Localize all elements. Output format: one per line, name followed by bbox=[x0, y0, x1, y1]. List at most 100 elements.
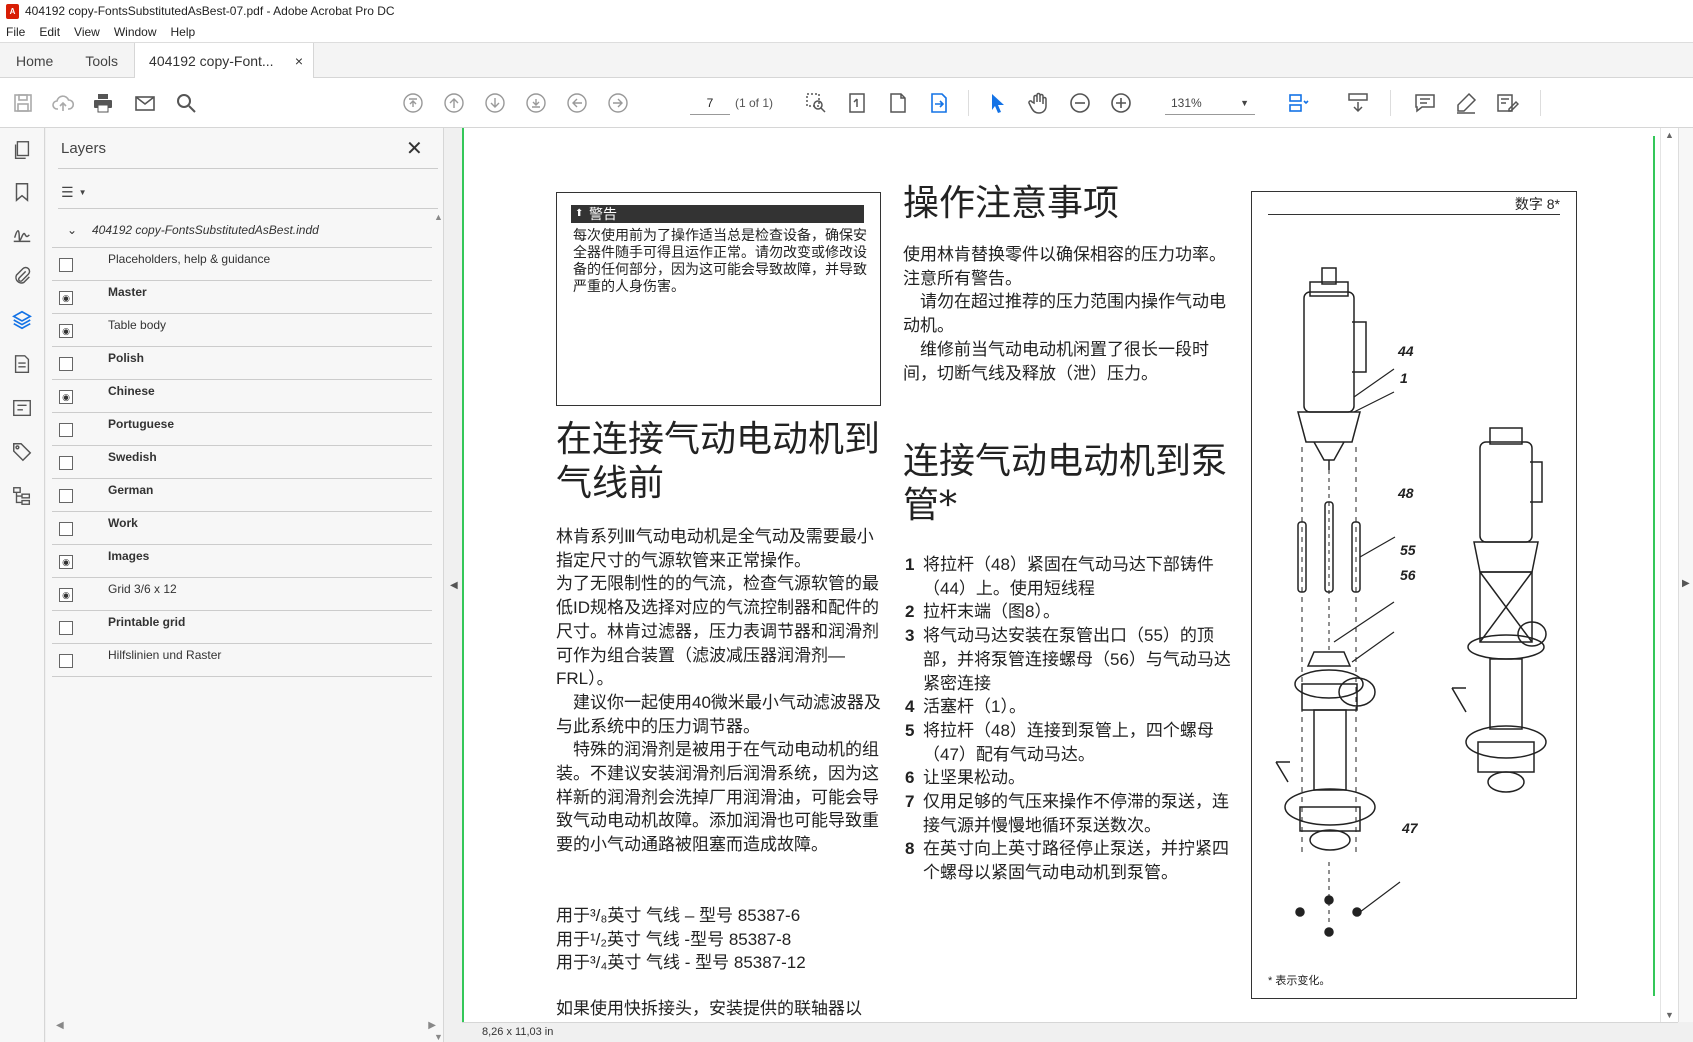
right-pane-toggle[interactable]: ▶ bbox=[1678, 128, 1693, 1022]
marquee-zoom-icon[interactable] bbox=[803, 90, 829, 116]
attachments-icon[interactable] bbox=[10, 264, 34, 288]
page-number-input[interactable]: 7 bbox=[690, 91, 730, 115]
scroll-right-icon[interactable]: ▶ bbox=[428, 1020, 436, 1031]
previous-page-icon[interactable] bbox=[441, 90, 467, 116]
search-icon[interactable] bbox=[173, 90, 199, 116]
scroll-up-icon[interactable]: ▲ bbox=[1665, 130, 1674, 140]
layer-row[interactable]: Printable grid bbox=[52, 611, 432, 644]
menu-window[interactable]: Window bbox=[114, 25, 157, 39]
layers-icon[interactable] bbox=[10, 308, 34, 332]
tags-icon[interactable] bbox=[10, 440, 34, 464]
layers-scrollbar[interactable]: ▲ ▼ bbox=[434, 212, 444, 1042]
hand-tool-icon[interactable] bbox=[1026, 90, 1052, 116]
menu-help[interactable]: Help bbox=[171, 25, 196, 39]
paragraph: 请勿在超过推荐的压力范围内操作气动电动机。 bbox=[903, 292, 1226, 336]
step-item: 7 仅用足够的气压来操作不停滞的泵送，连接气源并慢慢地循环泵送数次。 bbox=[905, 790, 1235, 837]
print-icon[interactable] bbox=[90, 90, 116, 116]
layer-visibility-checkbox[interactable] bbox=[59, 489, 73, 503]
layer-visibility-checkbox[interactable] bbox=[59, 621, 73, 635]
zoom-out-icon[interactable] bbox=[1067, 90, 1093, 116]
tab-home[interactable]: Home bbox=[0, 43, 69, 79]
layer-row[interactable]: Work bbox=[52, 512, 432, 545]
menu-view[interactable]: View bbox=[74, 25, 100, 39]
layer-row[interactable]: Hilfslinien und Raster bbox=[52, 644, 432, 677]
menu-edit[interactable]: Edit bbox=[39, 25, 60, 39]
scroll-down-icon[interactable]: ▼ bbox=[1665, 1010, 1674, 1020]
page-layout-icon[interactable] bbox=[1285, 90, 1311, 116]
layer-visibility-checkbox[interactable] bbox=[59, 456, 73, 470]
content-icon[interactable] bbox=[10, 352, 34, 376]
fit-page-icon[interactable] bbox=[926, 90, 952, 116]
chevron-down-icon[interactable]: ⌄ bbox=[52, 223, 92, 237]
layer-visibility-checkbox[interactable]: ◉ bbox=[59, 324, 73, 338]
page-thumbnail-icon[interactable] bbox=[844, 90, 870, 116]
layer-visibility-checkbox[interactable]: ◉ bbox=[59, 390, 73, 404]
layer-visibility-checkbox[interactable]: ◉ bbox=[59, 291, 73, 305]
scroll-mode-icon[interactable] bbox=[1345, 90, 1371, 116]
signatures-icon[interactable] bbox=[10, 222, 34, 246]
layer-row[interactable]: ◉ Chinese bbox=[52, 380, 432, 413]
layer-visibility-checkbox[interactable]: ◉ bbox=[59, 588, 73, 602]
page-thumbnails-icon[interactable] bbox=[10, 138, 34, 162]
previous-view-icon[interactable] bbox=[564, 90, 590, 116]
last-page-icon[interactable] bbox=[523, 90, 549, 116]
tab-tools[interactable]: Tools bbox=[69, 43, 134, 79]
paragraph: 维修前当气动电动机闲置了很长一段时间，切断气线及释放（泄）压力。 bbox=[903, 339, 1209, 383]
bookmarks-icon[interactable] bbox=[10, 180, 34, 204]
single-page-icon[interactable] bbox=[885, 90, 911, 116]
order-icon[interactable] bbox=[10, 396, 34, 420]
menu-file[interactable]: File bbox=[6, 25, 25, 39]
main-toolbar: 7 (1 of 1) 131% ▼ bbox=[0, 78, 1693, 128]
comment-icon[interactable] bbox=[1412, 90, 1438, 116]
layer-row[interactable]: ◉ Table body bbox=[52, 314, 432, 347]
layer-row[interactable]: German bbox=[52, 479, 432, 512]
fill-sign-icon[interactable] bbox=[1494, 90, 1520, 116]
model-tree-icon[interactable] bbox=[10, 484, 34, 508]
page-edge-guide bbox=[1653, 136, 1655, 996]
tab-document-label: 404192 copy-Font... bbox=[149, 53, 274, 69]
save-icon[interactable] bbox=[10, 90, 36, 116]
first-page-icon[interactable] bbox=[400, 90, 426, 116]
layer-visibility-checkbox[interactable]: ◉ bbox=[59, 555, 73, 569]
collapse-panel-icon[interactable]: ◀ bbox=[450, 580, 458, 591]
next-page-icon[interactable] bbox=[482, 90, 508, 116]
scroll-down-icon[interactable]: ▼ bbox=[434, 1032, 443, 1042]
layer-visibility-checkbox[interactable] bbox=[59, 423, 73, 437]
layer-visibility-checkbox[interactable] bbox=[59, 522, 73, 536]
figure-label-48: 48 bbox=[1398, 485, 1414, 501]
email-icon[interactable] bbox=[132, 90, 158, 116]
close-icon[interactable]: ✕ bbox=[406, 136, 423, 161]
next-view-icon[interactable] bbox=[605, 90, 631, 116]
document-scrollbar[interactable]: ▲ ▼ bbox=[1660, 128, 1678, 1022]
layer-row[interactable]: Polish bbox=[52, 347, 432, 380]
layer-row[interactable]: Placeholders, help & guidance bbox=[52, 248, 432, 281]
layer-row[interactable]: ◉ Master bbox=[52, 281, 432, 314]
layer-visibility-checkbox[interactable] bbox=[59, 654, 73, 668]
layers-panel: Layers ✕ ☰ ▼ ⌄ 404192 copy-FontsSubstitu… bbox=[46, 128, 444, 1042]
layer-row[interactable]: ◉ Images bbox=[52, 545, 432, 578]
layer-row[interactable]: Portuguese bbox=[52, 413, 432, 446]
highlight-pen-icon[interactable] bbox=[1453, 90, 1479, 116]
tab-close-icon[interactable]: × bbox=[295, 53, 303, 69]
tab-document[interactable]: 404192 copy-Font... × bbox=[134, 43, 315, 79]
eye-icon: ◉ bbox=[62, 589, 70, 600]
upload-cloud-icon[interactable] bbox=[50, 90, 76, 116]
expand-panel-icon[interactable]: ▶ bbox=[1682, 578, 1690, 589]
layer-visibility-checkbox[interactable] bbox=[59, 258, 73, 272]
zoom-level-dropdown[interactable]: 131% ▼ bbox=[1165, 91, 1255, 115]
title-bar: A 404192 copy-FontsSubstitutedAsBest-07.… bbox=[0, 0, 1693, 22]
select-cursor-icon[interactable] bbox=[985, 90, 1011, 116]
layers-horizontal-scrollbar[interactable]: ◀ ▶ bbox=[56, 1020, 436, 1032]
layers-options-dropdown[interactable]: ☰ ▼ bbox=[61, 180, 99, 204]
zoom-in-icon[interactable] bbox=[1108, 90, 1134, 116]
layers-tree: ⌄ 404192 copy-FontsSubstitutedAsBest.ind… bbox=[52, 212, 432, 677]
eye-icon: ◉ bbox=[62, 391, 70, 402]
layer-visibility-checkbox[interactable] bbox=[59, 357, 73, 371]
paragraph: 林肯系列Ⅲ气动电动机是全气动及需要最小指定尺寸的气源软管来正常操作。 bbox=[556, 527, 874, 570]
layer-row[interactable]: ◉ Grid 3/6 x 12 bbox=[52, 578, 432, 611]
layers-root[interactable]: ⌄ 404192 copy-FontsSubstitutedAsBest.ind… bbox=[52, 212, 432, 248]
scroll-left-icon[interactable]: ◀ bbox=[56, 1020, 64, 1031]
layer-row[interactable]: Swedish bbox=[52, 446, 432, 479]
scroll-up-icon[interactable]: ▲ bbox=[434, 212, 444, 222]
connection-steps: 1 将拉杆（48）紧固在气动马达下部铸件（44）上。使用短线程 2 拉杆末端（图8）。… bbox=[905, 553, 1235, 885]
